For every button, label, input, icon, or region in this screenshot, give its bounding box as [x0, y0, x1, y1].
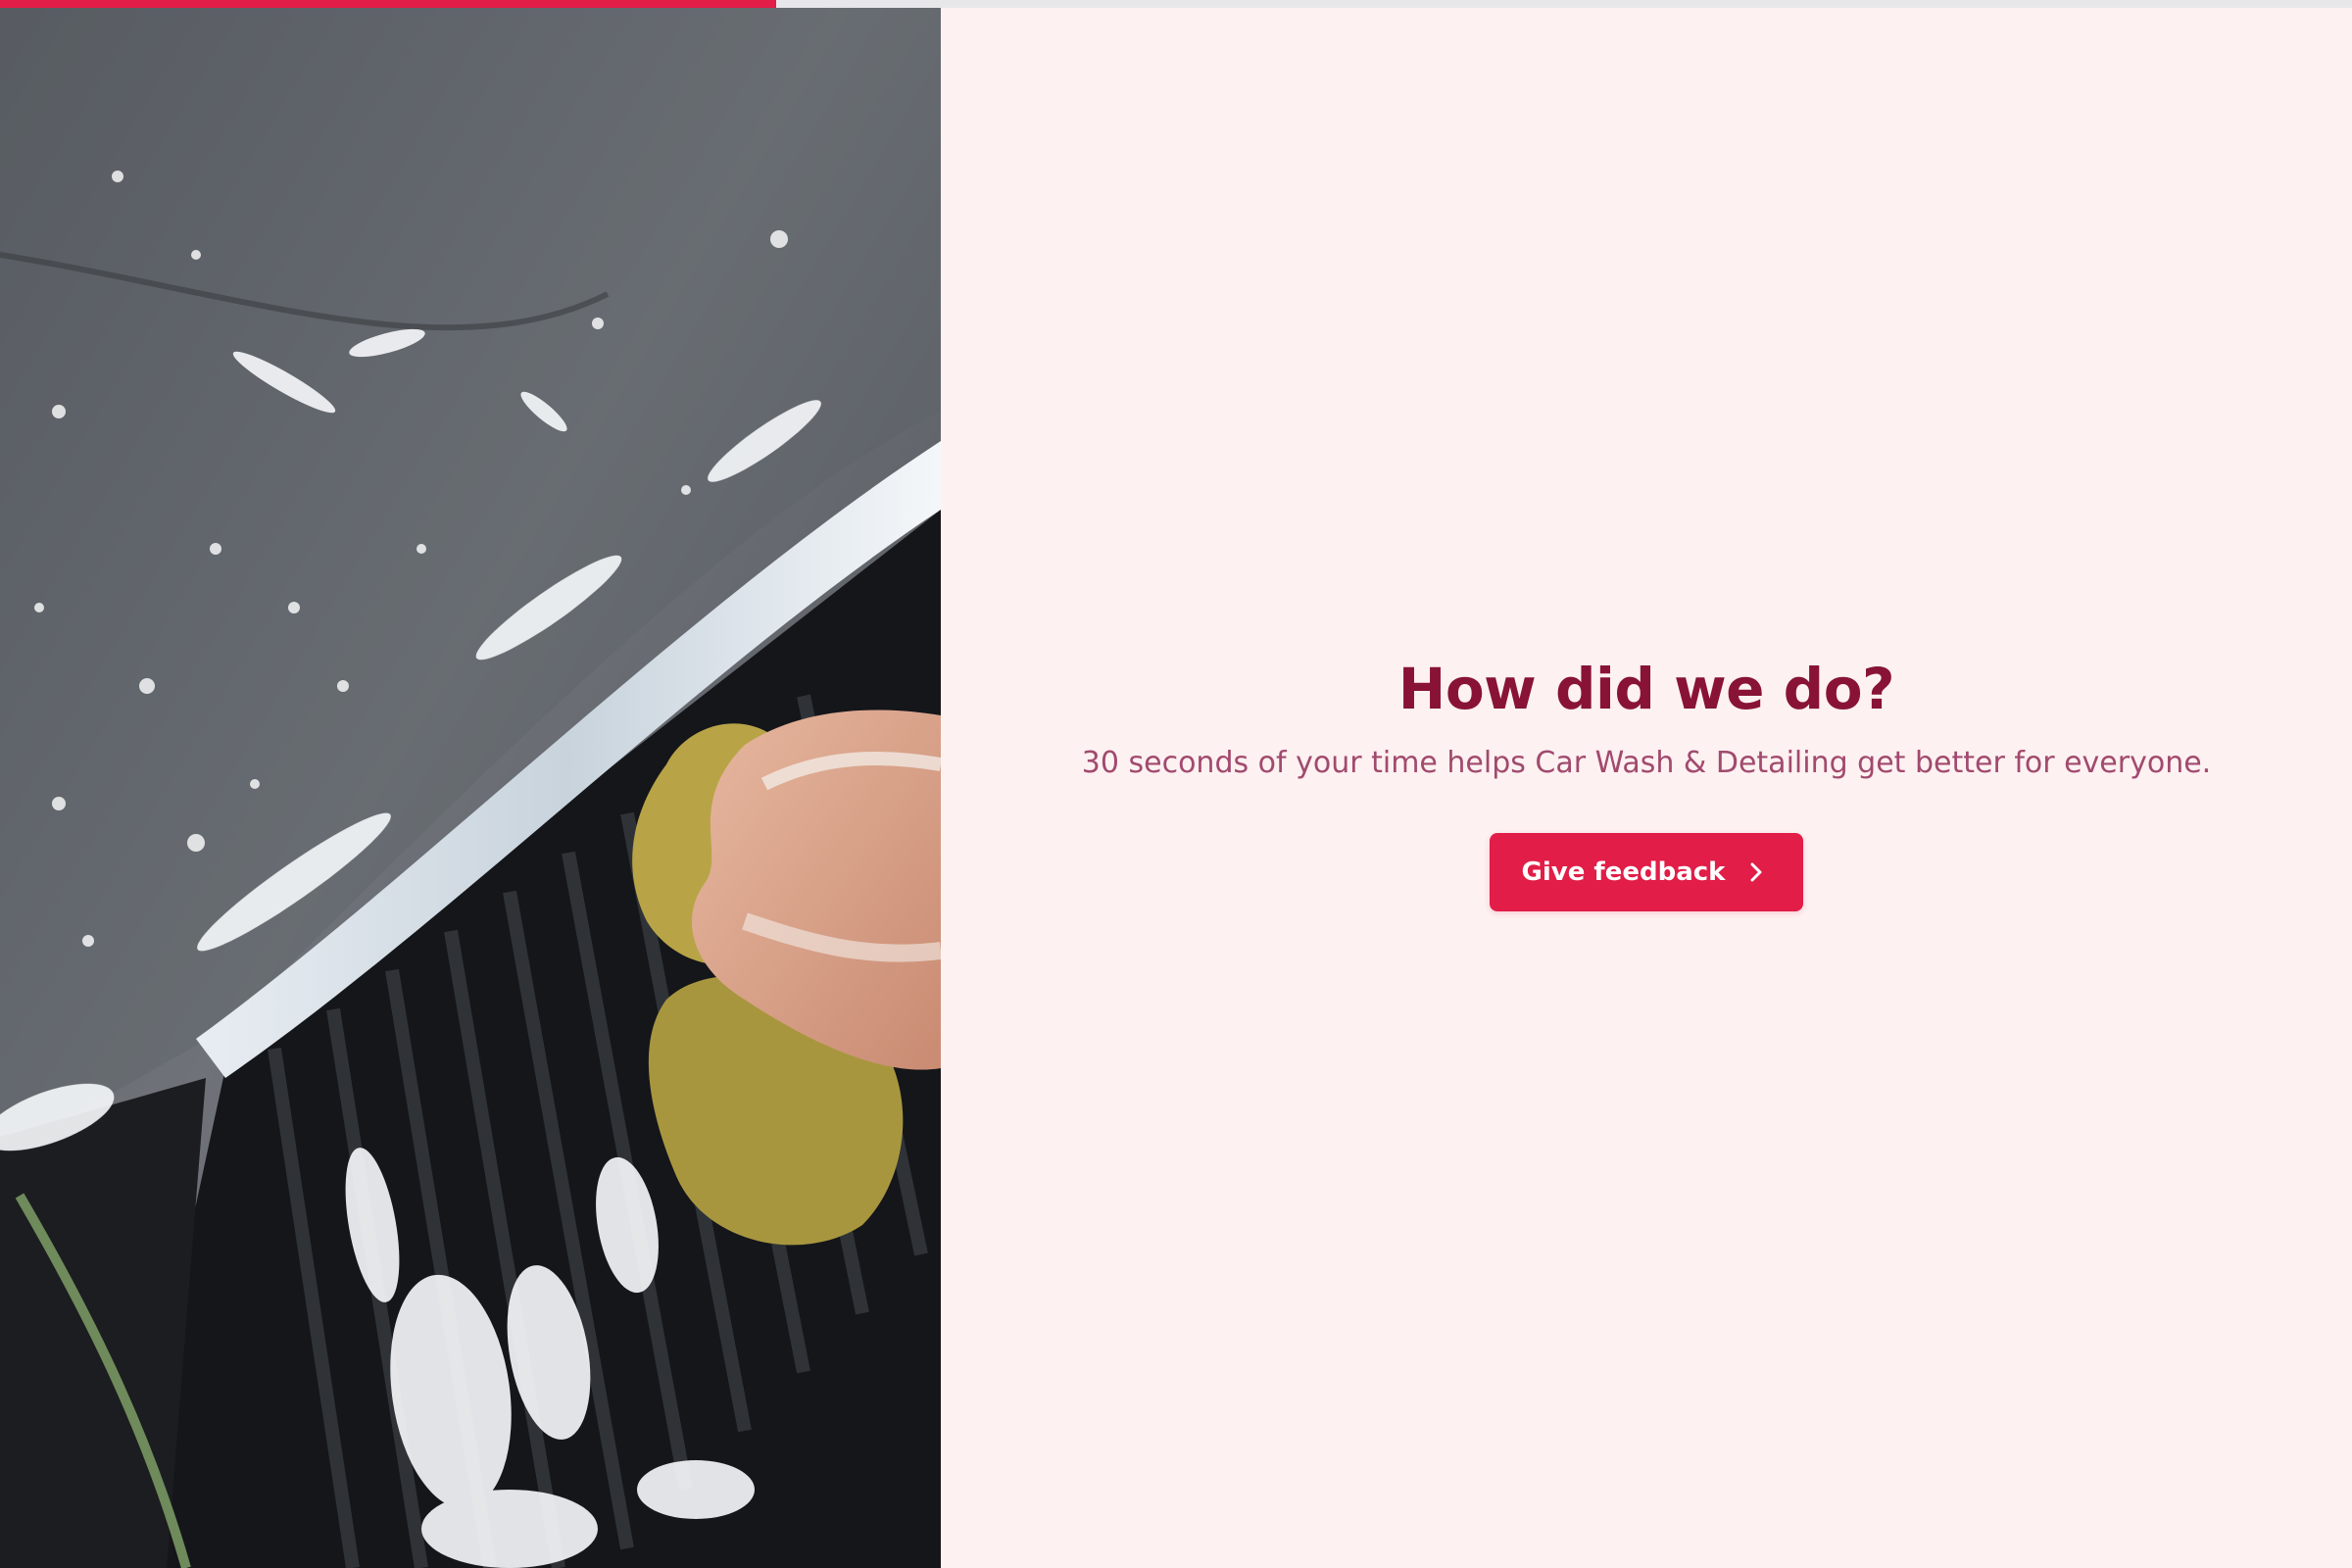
- hero-image: [0, 0, 941, 1568]
- give-feedback-button-label: Give feedback: [1521, 857, 1726, 887]
- chevron-right-icon: [1746, 861, 1766, 883]
- page-subtitle: 30 seconds of your time helps Car Wash &…: [1081, 745, 2212, 780]
- progress-bar: [0, 0, 2352, 8]
- progress-bar-fill: [0, 0, 776, 8]
- feedback-welcome-page: How did we do? 30 seconds of your time h…: [0, 0, 2352, 1568]
- content-panel: How did we do? 30 seconds of your time h…: [941, 0, 2352, 1568]
- car-wash-photo: [0, 0, 941, 1568]
- give-feedback-button[interactable]: Give feedback: [1489, 832, 1804, 911]
- page-title: How did we do?: [1397, 656, 1895, 723]
